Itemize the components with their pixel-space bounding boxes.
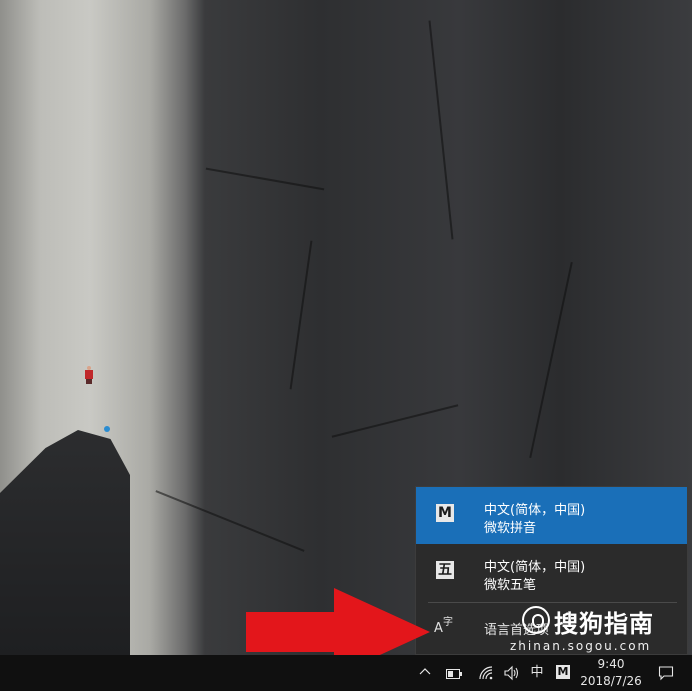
ime-option-name: 微软五笔 [484, 578, 537, 593]
microsoft-pinyin-icon: M [436, 504, 454, 522]
rock-outcrop [0, 430, 130, 655]
ime-option-name: 微软拼音 [484, 521, 537, 536]
wifi-icon [479, 666, 493, 680]
network-button[interactable] [474, 655, 496, 691]
action-center-button[interactable] [648, 655, 684, 691]
battery-icon [446, 669, 462, 679]
taskbar: 中 M 9:40 2018/7/26 [0, 655, 692, 691]
climber-figure-helmet [104, 426, 110, 432]
speaker-icon [504, 665, 519, 681]
flyout-divider [428, 602, 677, 603]
ime-option-language: 中文(简体，中国) [484, 560, 586, 575]
clock-time: 9:40 [597, 657, 625, 671]
language-settings-icon: A 字 [434, 617, 453, 636]
climber-figure [84, 366, 94, 384]
ime-indicator-icon: M [556, 665, 570, 679]
show-hidden-icons-button[interactable] [414, 655, 436, 691]
clock-button[interactable]: 9:40 2018/7/26 [578, 655, 644, 691]
ime-option-microsoft-wubi[interactable]: 五 中文(简体，中国) 微软五笔 [416, 544, 687, 601]
sogou-watermark: 搜狗指南 zhinan.sogou.com [510, 606, 692, 658]
rock-crack [428, 20, 454, 240]
notification-icon [658, 666, 674, 681]
rock-crack [155, 490, 305, 552]
rock-crack [289, 240, 313, 390]
clock-date: 2018/7/26 [580, 674, 642, 688]
watermark-url: zhinan.sogou.com [510, 639, 652, 653]
ime-option-microsoft-pinyin[interactable]: M 中文(简体，中国) 微软拼音 [416, 487, 687, 544]
rock-crack [529, 261, 573, 459]
chevron-up-icon [419, 668, 431, 675]
battery-button[interactable] [442, 655, 466, 691]
battery-level [448, 671, 453, 677]
sogou-logo-icon [522, 606, 550, 634]
volume-button[interactable] [500, 655, 524, 691]
rock-crack [331, 404, 459, 438]
language-indicator[interactable]: 中 [526, 655, 548, 691]
ime-option-language: 中文(简体，中国) [484, 503, 586, 518]
microsoft-wubi-icon: 五 [436, 561, 454, 579]
watermark-title: 搜狗指南 [554, 610, 654, 638]
ime-indicator-button[interactable]: M [552, 655, 574, 691]
rock-crack [205, 167, 325, 191]
